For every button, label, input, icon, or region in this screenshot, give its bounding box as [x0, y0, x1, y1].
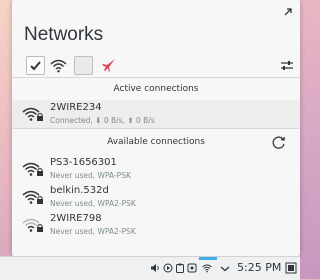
- airplane-icon: [102, 59, 115, 72]
- active-connections-header: Active connections: [12, 77, 300, 100]
- chevron-up-icon[interactable]: [220, 263, 230, 273]
- clock[interactable]: 5:25 PM: [237, 261, 281, 274]
- show-desktop-icon[interactable]: [285, 262, 297, 274]
- checkmark-icon: [30, 61, 41, 71]
- clipboard-icon[interactable]: [175, 263, 185, 273]
- active-connections-label: Active connections: [113, 84, 199, 94]
- networking-toggle-checkbox[interactable]: [26, 56, 45, 75]
- toolbar: [24, 56, 294, 76]
- connection-detail: Never used, WPA2-PSK: [50, 227, 136, 236]
- media-player-icon[interactable]: [163, 263, 173, 273]
- active-connection-item[interactable]: 2WIRE234 Connected, ⬇ 0 B/s, ⬆ 0 B/s: [12, 100, 300, 128]
- wifi-icon: [50, 59, 67, 73]
- wireless-toggle[interactable]: [49, 56, 68, 75]
- desktop-background: [0, 0, 12, 279]
- popup-title: Networks: [24, 24, 104, 45]
- connection-detail: Never used, WPA2-PSK: [50, 199, 136, 208]
- connection-name: belkin.532d: [50, 185, 109, 196]
- available-connection-item[interactable]: PS3-1656301 Never used, WPA-PSK: [12, 155, 300, 183]
- refresh-icon[interactable]: [270, 134, 287, 151]
- network-tray-icon[interactable]: [202, 263, 212, 273]
- wifi-weak-lock-icon: [22, 218, 43, 232]
- connection-detail: Never used, WPA-PSK: [50, 171, 131, 180]
- settings-sliders-icon: [281, 61, 293, 70]
- mobile-broadband-toggle[interactable]: [74, 56, 93, 75]
- available-connections-label: Available connections: [107, 137, 205, 147]
- notifications-icon[interactable]: [187, 263, 197, 273]
- connection-detail: Connected, ⬇ 0 B/s, ⬆ 0 B/s: [50, 116, 155, 125]
- wifi-lock-icon: [22, 162, 43, 176]
- connection-name: 2WIRE798: [50, 213, 102, 224]
- networks-popup: Networks Active connections 2WIRE234 Con…: [12, 0, 300, 256]
- connection-name: PS3-1656301: [50, 157, 117, 168]
- available-connection-item[interactable]: belkin.532d Never used, WPA2-PSK: [12, 183, 300, 211]
- available-connections-header: Available connections: [12, 128, 300, 156]
- connection-name: 2WIRE234: [50, 102, 102, 113]
- available-connection-item[interactable]: 2WIRE798 Never used, WPA2-PSK: [12, 211, 300, 239]
- wifi-lock-icon: [22, 190, 43, 204]
- wifi-lock-icon: [22, 107, 43, 121]
- configure-network-button[interactable]: [280, 56, 294, 75]
- airplane-mode-toggle[interactable]: [99, 56, 118, 75]
- active-tray-indicator: [199, 257, 217, 260]
- volume-icon[interactable]: [150, 263, 160, 273]
- pin-icon[interactable]: [282, 6, 294, 18]
- taskbar: 5:25 PM: [0, 256, 300, 280]
